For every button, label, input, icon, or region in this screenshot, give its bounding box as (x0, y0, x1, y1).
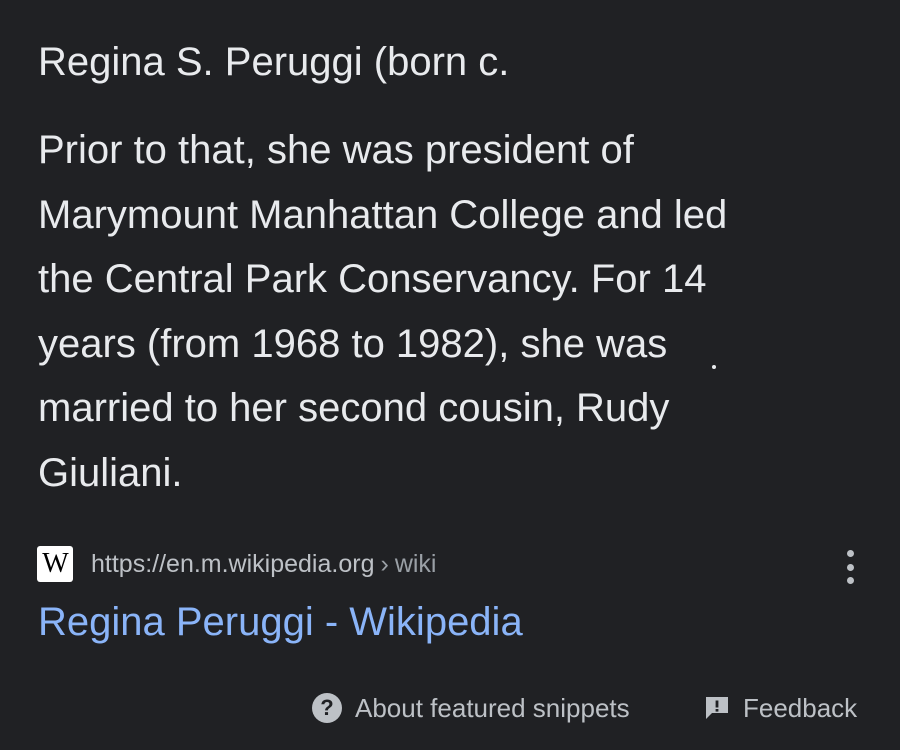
breadcrumb-separator: › (380, 549, 389, 578)
snippet-lead: Regina S. Peruggi (born c. (38, 40, 510, 84)
source-url-domain: https://en.m.wikipedia.org (91, 549, 375, 578)
more-vert-icon[interactable] (838, 550, 862, 584)
snippet-line: the Central Park Conservancy. For 14 (38, 257, 707, 301)
snippet-line: Prior to that, she was president of (38, 128, 634, 172)
snippet-line: years (from 1968 to 1982), she was (38, 321, 668, 366)
wikipedia-icon: W (37, 546, 73, 582)
about-featured-snippets-button[interactable]: ? About featured snippets (312, 688, 630, 728)
kebab-dot (846, 577, 854, 584)
source-url[interactable]: https://en.m.wikipedia.org › wiki (91, 550, 436, 579)
source-url-breadcrumb: wiki (394, 549, 437, 578)
feedback-button[interactable]: Feedback (703, 688, 857, 728)
result-title-link[interactable]: Regina Peruggi - Wikipedia (38, 596, 523, 648)
feedback-icon (706, 697, 728, 719)
snippet-line: Giuliani. (38, 450, 183, 495)
snippet-body: Prior to that, she was president of Mary… (38, 118, 868, 505)
feedback-label: Feedback (743, 692, 858, 723)
kebab-dot (846, 563, 854, 571)
kebab-dot (846, 550, 854, 557)
source-row[interactable]: W https://en.m.wikipedia.org › wiki (37, 546, 436, 582)
stray-dot (712, 365, 716, 369)
help-circle-icon: ? (312, 693, 342, 723)
snippet-line: married to her second cousin, Rudy (38, 386, 670, 430)
about-featured-snippets-label: About featured snippets (355, 692, 630, 723)
snippet-line: Marymount Manhattan College and led (38, 192, 728, 237)
